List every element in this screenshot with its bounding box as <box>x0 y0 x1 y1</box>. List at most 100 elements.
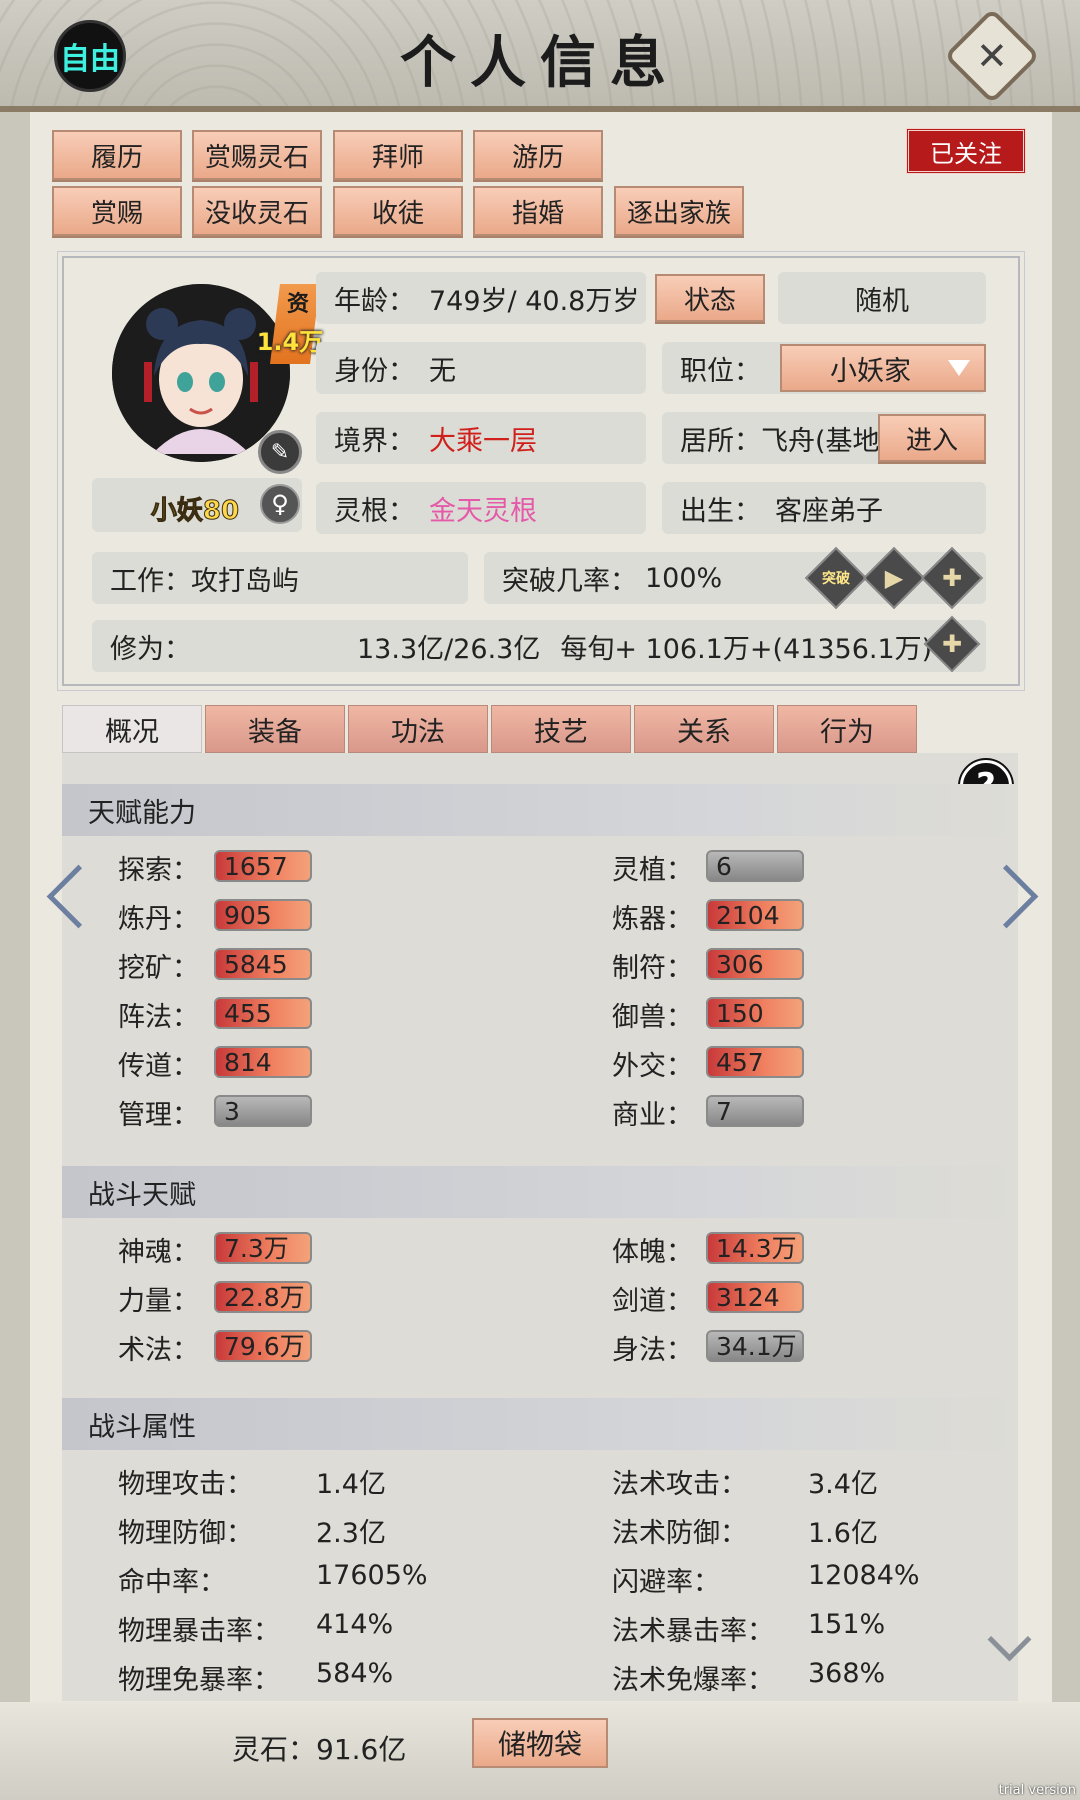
realm-label: 境界： <box>334 425 415 457</box>
tab-overview[interactable]: 概况 <box>62 705 202 753</box>
chevron-down-icon <box>948 360 970 376</box>
resume-button[interactable]: 履历 <box>52 130 182 180</box>
spirit-stone-value: 91.6亿 <box>316 1733 407 1766</box>
talent-value-bar: 7 <box>706 1095 804 1127</box>
age-label: 年龄： <box>334 285 415 317</box>
storage-bag-button[interactable]: 储物袋 <box>472 1718 608 1768</box>
attr-value: 1.4亿 <box>316 1469 386 1500</box>
attr-value: 151% <box>808 1609 886 1640</box>
prev-arrow-icon[interactable] <box>42 864 82 934</box>
attr-label: 命中率： <box>118 1567 226 1598</box>
talent-value-bar: 2104 <box>706 899 804 931</box>
talent-value-bar: 3 <box>214 1095 312 1127</box>
trial-watermark: trial version <box>998 1783 1076 1798</box>
character-name: 小妖80 <box>150 496 240 527</box>
tab-equipment[interactable]: 装备 <box>205 705 345 753</box>
talent-value-bar: 5845 <box>214 948 312 980</box>
identity-cell: 身份： 无 <box>316 342 646 394</box>
female-icon: ♀ <box>260 484 300 524</box>
realm-value: 大乘一层 <box>429 425 537 457</box>
talent-value-bar: 6 <box>706 850 804 882</box>
talent-value-bar: 150 <box>706 997 804 1029</box>
apprentice-button[interactable]: 拜师 <box>333 130 463 180</box>
work-cell: 工作： 攻打岛屿 <box>92 552 468 604</box>
attr-value: 368% <box>808 1658 886 1689</box>
expel-button[interactable]: 逐出家族 <box>614 186 744 236</box>
tab-relations[interactable]: 关系 <box>634 705 774 753</box>
attr-label: 法术防御： <box>612 1518 747 1549</box>
take-disciple-button[interactable]: 收徒 <box>333 186 463 236</box>
play-icon: ▶ <box>884 564 904 592</box>
next-arrow-icon[interactable] <box>998 864 1038 934</box>
talent-value-bar: 455 <box>214 997 312 1029</box>
avatar[interactable] <box>112 284 290 462</box>
position-value: 小妖家 <box>830 355 911 387</box>
breakthrough-label: 突破几率： <box>502 565 637 597</box>
cultivation-cell: 修为： 13.3亿/26.3亿 每旬+ 106.1万+(41356.1 万) <box>92 620 986 672</box>
realm-cell: 境界： 大乘一层 <box>316 412 646 464</box>
combat-talent-header: 战斗天赋 <box>62 1166 1018 1218</box>
combat-attr-header: 战斗属性 <box>62 1398 1018 1450</box>
cultivation-rate: 每旬+ 106.1万+(41356.1 <box>560 633 895 665</box>
close-icon: ✕ <box>976 34 1008 78</box>
talent-section-header: 天赋能力 <box>62 784 1018 836</box>
attr-label: 物理攻击： <box>118 1469 253 1500</box>
breakthrough-value: 100% <box>645 562 723 594</box>
attr-label: 物理免暴率： <box>118 1665 280 1696</box>
work-label: 工作： <box>110 565 191 597</box>
talent-label: 传道： <box>118 1051 199 1082</box>
identity-value: 无 <box>429 355 456 387</box>
talent-label: 商业： <box>612 1100 693 1131</box>
root-label: 灵根： <box>334 495 415 527</box>
position-dropdown[interactable]: 小妖家 <box>780 344 986 392</box>
talent-value-bar: 905 <box>214 899 312 931</box>
overview-content[interactable] <box>62 753 1018 1701</box>
brush-icon[interactable]: ✎ <box>258 430 302 474</box>
breakthrough-icon: 突破 <box>822 571 850 587</box>
talent-label: 外交： <box>612 1051 693 1082</box>
combat-talent-label: 剑道： <box>612 1286 693 1317</box>
talent-label: 御兽： <box>612 1002 693 1033</box>
birth-cell: 出生： 客座弟子 <box>662 482 986 534</box>
talent-label: 灵植： <box>612 855 693 886</box>
reward-stone-button[interactable]: 赏赐灵石 <box>192 130 322 180</box>
plus-icon: ✚ <box>941 564 963 592</box>
talent-value-bar: 457 <box>706 1046 804 1078</box>
state-button[interactable]: 状态 <box>655 274 765 322</box>
page-title: 个人信息 <box>400 30 680 96</box>
enter-button[interactable]: 进入 <box>878 414 986 462</box>
free-button[interactable]: 自由 <box>54 20 126 92</box>
attr-label: 法术暴击率： <box>612 1616 774 1647</box>
root-cell: 灵根： 金天灵根 <box>316 482 646 534</box>
root-value: 金天灵根 <box>429 495 537 527</box>
combat-talent-label: 体魄： <box>612 1237 693 1268</box>
tab-crafts[interactable]: 技艺 <box>491 705 631 753</box>
attr-value: 2.3亿 <box>316 1518 386 1549</box>
spirit-stone-label: 灵石： <box>232 1733 317 1766</box>
talent-label: 炼器： <box>612 904 693 935</box>
tab-skills[interactable]: 功法 <box>348 705 488 753</box>
attr-value: 414% <box>316 1609 394 1640</box>
talent-value-bar: 306 <box>706 948 804 980</box>
travel-button[interactable]: 游历 <box>473 130 603 180</box>
talent-label: 阵法： <box>118 1002 199 1033</box>
talent-label: 探索： <box>118 855 199 886</box>
marriage-button[interactable]: 指婚 <box>473 186 603 236</box>
combat-talent-label: 力量： <box>118 1286 199 1317</box>
followed-badge[interactable]: 已关注 <box>906 128 1026 174</box>
attr-value: 12084% <box>808 1560 920 1591</box>
combat-talent-value-bar: 3124 <box>706 1281 804 1313</box>
residence-label: 居所： <box>680 425 761 457</box>
confiscate-stone-button[interactable]: 没收灵石 <box>192 186 322 236</box>
tab-actions[interactable]: 行为 <box>777 705 917 753</box>
combat-talent-value-bar: 7.3万 <box>214 1232 312 1264</box>
reward-button[interactable]: 赏赐 <box>52 186 182 236</box>
talent-label: 管理： <box>118 1100 199 1131</box>
combat-talent-label: 身法： <box>612 1335 693 1366</box>
birth-label: 出生： <box>680 495 761 527</box>
attr-label: 闪避率： <box>612 1567 720 1598</box>
random-button[interactable]: 随机 <box>778 272 986 324</box>
attr-value: 3.4亿 <box>808 1469 878 1500</box>
combat-talent-label: 术法： <box>118 1335 199 1366</box>
scroll-down-icon[interactable] <box>988 1630 1028 1660</box>
